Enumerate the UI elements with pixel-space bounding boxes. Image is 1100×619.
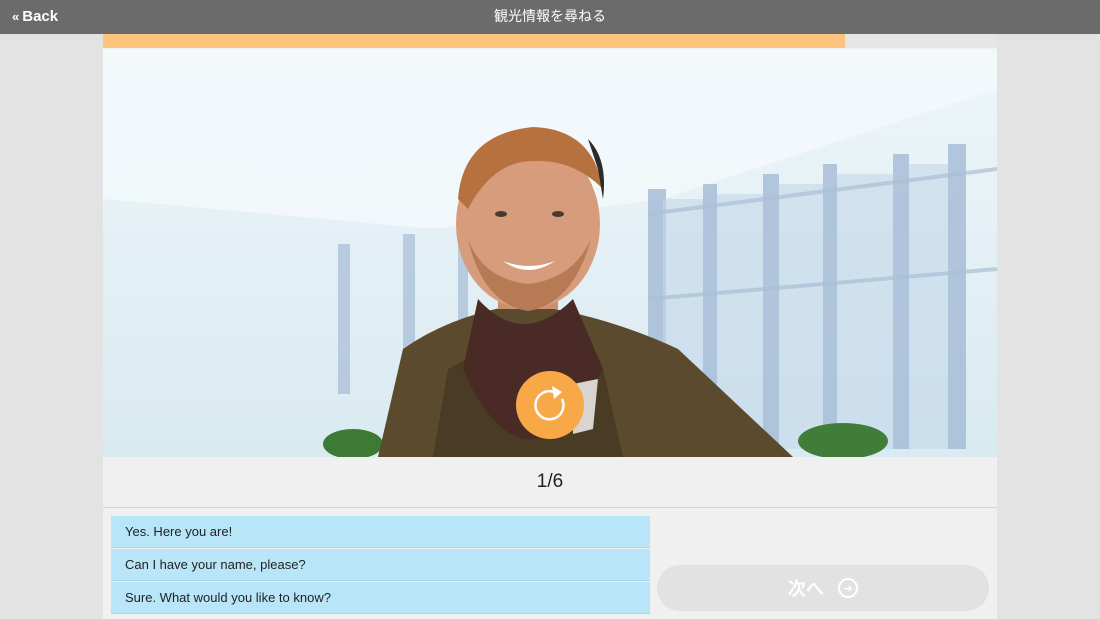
progress-bar-fill <box>103 34 846 48</box>
step-counter: 1/6 <box>103 458 997 506</box>
next-button[interactable]: 次へ ➜ <box>657 565 989 611</box>
divider <box>103 507 997 508</box>
lesson-panel: 1/6 Yes. Here you are! Can I have your n… <box>103 34 997 619</box>
page-title: 観光情報を尋ねる <box>494 9 606 25</box>
choice-item-3[interactable]: Sure. What would you like to know? <box>111 582 650 614</box>
answer-choices: Yes. Here you are! Can I have your name,… <box>111 516 650 615</box>
scene-photo <box>103 49 997 457</box>
top-bar: « Back 観光情報を尋ねる <box>0 0 1100 34</box>
choice-item-2[interactable]: Can I have your name, please? <box>111 549 650 581</box>
replay-icon <box>534 386 565 421</box>
progress-bar <box>103 34 997 48</box>
choice-item-1[interactable]: Yes. Here you are! <box>111 516 650 548</box>
replay-button[interactable] <box>516 371 584 439</box>
next-button-label: 次へ <box>788 579 824 600</box>
arrow-right-circle-icon: ➜ <box>838 578 858 598</box>
